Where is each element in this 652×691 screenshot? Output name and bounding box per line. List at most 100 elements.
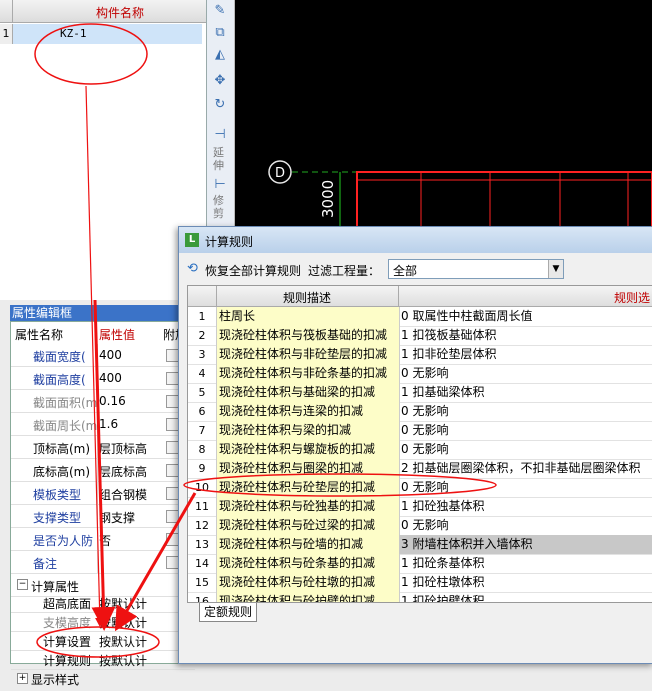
extend-icon[interactable]: ⊣ <box>210 126 230 144</box>
rule-option-cell[interactable]: 0 无影响 <box>399 440 652 459</box>
trim-label[interactable]: 修剪 <box>213 194 229 220</box>
rule-option-cell[interactable]: 1 扣砼条基体积 <box>399 554 652 573</box>
component-row[interactable]: 1 KZ-1 <box>0 24 202 44</box>
property-value[interactable]: 否 <box>99 532 165 549</box>
rule-option-cell[interactable]: 0 无影响 <box>399 402 652 421</box>
expand-icon[interactable]: + <box>17 673 28 684</box>
rule-option-header[interactable]: 规则选 <box>614 289 650 306</box>
rule-row[interactable]: 6 现浇砼柱体积与连梁的扣减 0 无影响 <box>188 402 652 422</box>
rule-row[interactable]: 5 现浇砼柱体积与基础梁的扣减 1 扣基础梁体积 <box>188 383 652 403</box>
property-name: 备注 <box>33 557 58 571</box>
dialog-titlebar[interactable]: L 计算规则 <box>179 227 652 253</box>
property-row[interactable]: 截面面积(m 0.16 <box>11 390 195 413</box>
property-value[interactable]: 按默认计 <box>99 614 165 631</box>
property-value[interactable]: 按默认计 <box>99 652 165 669</box>
property-value[interactable]: 层顶标高 <box>99 440 165 457</box>
tab-quota-rules[interactable]: 定额规则 <box>199 603 258 622</box>
property-row[interactable]: 底标高(m) 层底标高 <box>11 459 195 482</box>
property-row[interactable]: 顶标高(m) 层顶标高 <box>11 436 195 459</box>
property-row[interactable]: 模板类型 组合钢模 <box>11 482 195 505</box>
move-icon[interactable]: ✥ <box>210 72 230 90</box>
property-calc-row[interactable]: 计算设置 按默认计 <box>11 631 195 651</box>
rule-row[interactable]: 16 现浇砼柱体积与砼护壁的扣减 1 扣砼护壁体积 <box>188 592 652 602</box>
rule-option-cell[interactable]: 0 无影响 <box>399 516 652 535</box>
rule-description: 现浇砼柱体积与梁的扣减 <box>217 421 400 440</box>
property-name: 模板类型 <box>33 488 82 502</box>
property-value[interactable]: 按默认计 <box>99 595 165 612</box>
restore-all-rules-button[interactable]: 恢复全部计算规则 <box>205 262 301 279</box>
property-calc-row[interactable]: 支模高度 按默认计 <box>11 612 195 632</box>
rule-row-number: 8 <box>188 440 217 459</box>
rule-option-cell[interactable]: 1 扣基础梁体积 <box>399 383 652 402</box>
pen-icon[interactable]: ✎ <box>210 2 230 20</box>
rule-row[interactable]: 7 现浇砼柱体积与梁的扣减 0 无影响 <box>188 421 652 441</box>
property-name: 截面面积(m <box>33 396 98 410</box>
property-value-header: 属性值 <box>99 328 136 342</box>
mirror-icon[interactable]: ◭ <box>210 46 230 64</box>
beam-outline <box>356 171 652 230</box>
rule-option-cell[interactable]: 3 附墙柱体积并入墙体积 <box>399 535 652 554</box>
component-name-column-header[interactable]: 构件名称 <box>40 4 200 21</box>
component-list-header: 构件名称 <box>0 0 206 23</box>
rule-row[interactable]: 13 现浇砼柱体积与砼墙的扣减 3 附墙柱体积并入墙体积 <box>188 535 652 555</box>
property-value[interactable]: 层底标高 <box>99 463 165 480</box>
axis-label-d: D <box>275 166 285 181</box>
property-row[interactable]: 备注 <box>11 551 195 574</box>
property-row[interactable]: 截面周长(m 1.6 <box>11 413 195 436</box>
rule-option-cell[interactable]: 2 扣基础层圈梁体积，不扣非基础层圈梁体积 <box>399 459 652 478</box>
rule-option-cell[interactable]: 1 扣砼护壁体积 <box>399 592 652 602</box>
rule-option-cell[interactable]: 1 扣筏板基础体积 <box>399 326 652 345</box>
trim-icon[interactable]: ⊢ <box>210 176 230 194</box>
property-calc-row[interactable]: 超高底面 按默认计 <box>11 593 195 613</box>
rule-row[interactable]: 4 现浇砼柱体积与非砼条基的扣减 0 无影响 <box>188 364 652 384</box>
dimension-text: 3000 <box>319 180 337 218</box>
property-value[interactable]: 组合钢模 <box>99 486 165 503</box>
rule-row[interactable]: 11 现浇砼柱体积与砼独基的扣减 1 扣砼独基体积 <box>188 497 652 517</box>
rule-option-cell[interactable]: 0 取属性中柱截面周长值 <box>399 307 652 326</box>
rule-row[interactable]: 2 现浇砼柱体积与筏板基础的扣减 1 扣筏板基础体积 <box>188 326 652 346</box>
rule-option-cell[interactable]: 0 无影响 <box>399 478 652 497</box>
rule-option-cell[interactable]: 0 无影响 <box>399 421 652 440</box>
rule-row-number: 16 <box>188 592 217 602</box>
rule-row[interactable]: 9 现浇砼柱体积与圈梁的扣减 2 扣基础层圈梁体积，不扣非基础层圈梁体积 <box>188 459 652 479</box>
rule-row[interactable]: 15 现浇砼柱体积与砼柱墩的扣减 1 扣砼柱墩体积 <box>188 573 652 593</box>
rule-description: 现浇砼柱体积与非砼垫层的扣减 <box>217 345 400 364</box>
property-value[interactable]: 钢支撑 <box>99 509 165 526</box>
dialog-title: 计算规则 <box>205 235 254 249</box>
rule-option-cell[interactable]: 1 扣砼柱墩体积 <box>399 573 652 592</box>
rule-row[interactable]: 1 柱周长 0 取属性中柱截面周长值 <box>188 307 652 327</box>
property-row[interactable]: 截面高度(400 <box>11 367 195 390</box>
rule-description: 现浇砼柱体积与砼柱墩的扣减 <box>217 573 400 592</box>
rule-row[interactable]: 10 现浇砼柱体积与砼垫层的扣减 0 无影响 <box>188 478 652 498</box>
rule-row[interactable]: 14 现浇砼柱体积与砼条基的扣减 1 扣砼条基体积 <box>188 554 652 574</box>
extend-label[interactable]: 延伸 <box>213 146 229 172</box>
rule-option-cell[interactable]: 0 无影响 <box>399 364 652 383</box>
chevron-down-icon[interactable]: ▼ <box>548 260 563 278</box>
property-value[interactable]: 按默认计 <box>99 633 165 650</box>
property-row[interactable]: 是否为人防否 <box>11 528 195 551</box>
rule-desc-header[interactable]: 规则描述 <box>217 289 397 306</box>
property-value[interactable]: 0.16 <box>99 394 165 408</box>
rule-row[interactable]: 3 现浇砼柱体积与非砼垫层的扣减 1 扣非砼垫层体积 <box>188 345 652 365</box>
filter-select[interactable]: 全部 ▼ <box>388 259 564 279</box>
rule-row[interactable]: 12 现浇砼柱体积与砼过梁的扣减 0 无影响 <box>188 516 652 536</box>
rule-description: 现浇砼柱体积与筏板基础的扣减 <box>217 326 400 345</box>
property-name: 截面宽度( <box>33 350 86 364</box>
rule-option-cell[interactable]: 1 扣砼独基体积 <box>399 497 652 516</box>
rule-row[interactable]: 8 现浇砼柱体积与螺旋板的扣减 0 无影响 <box>188 440 652 460</box>
rotate-icon[interactable]: ↻ <box>210 96 230 114</box>
cad-canvas[interactable]: D 3000 <box>235 0 652 230</box>
property-row[interactable]: 截面宽度( 400 <box>11 344 195 367</box>
rule-description: 现浇砼柱体积与螺旋板的扣减 <box>217 440 400 459</box>
property-value[interactable]: 1.6 <box>99 417 165 431</box>
property-calc-row[interactable]: 计算规则 按默认计 <box>11 650 195 670</box>
property-value[interactable]: 400 <box>99 371 165 385</box>
property-row[interactable]: 支撑类型 钢支撑 <box>11 505 195 528</box>
collapse-icon[interactable]: − <box>17 579 28 590</box>
restore-icon[interactable]: ⟲ <box>187 262 201 276</box>
rule-option-cell[interactable]: 1 扣非砼垫层体积 <box>399 345 652 364</box>
property-value[interactable]: 400 <box>99 348 165 362</box>
component-name-cell[interactable]: KZ-1 <box>60 27 87 40</box>
property-group-display[interactable]: + 显示样式 <box>11 669 195 691</box>
copy-icon[interactable]: ⧉ <box>210 24 230 42</box>
